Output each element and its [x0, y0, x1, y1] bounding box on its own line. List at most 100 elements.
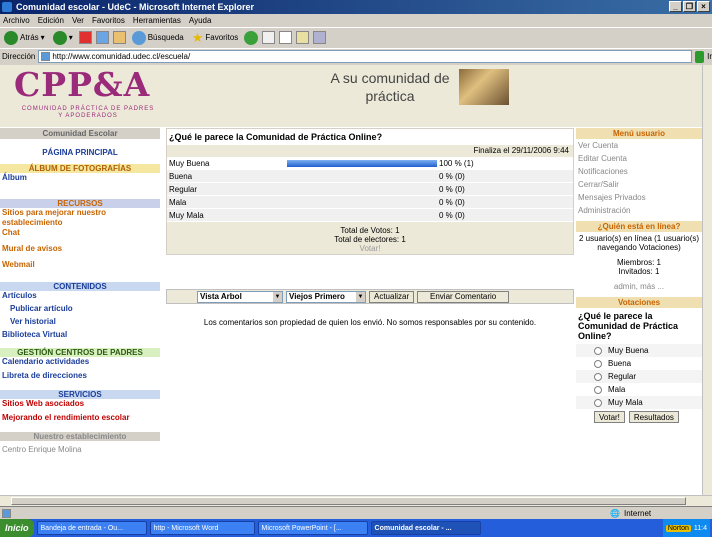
horizontal-scrollbar[interactable]	[0, 495, 712, 506]
view-mode-value: Vista Arbol	[200, 292, 242, 301]
user-menu-item[interactable]: Editar Cuenta	[576, 152, 702, 165]
order-value: Viejos Primero	[289, 292, 345, 301]
clock[interactable]: 11:4	[694, 525, 707, 532]
poll-option-label: Buena	[169, 172, 193, 181]
radio-button[interactable]	[594, 385, 602, 394]
minimize-button[interactable]: _	[669, 1, 682, 12]
vote-button[interactable]: Votar!	[594, 411, 625, 423]
task-word[interactable]: http - Microsoft Word	[149, 521, 255, 535]
vertical-scrollbar[interactable]	[702, 65, 712, 495]
mail-icon[interactable]	[262, 31, 276, 44]
nav-publicar[interactable]: Publicar artículo	[0, 304, 160, 314]
vote-option[interactable]: Buena	[576, 357, 702, 370]
vote-option[interactable]: Muy Buena	[576, 344, 702, 357]
search-label: Búsqueda	[147, 33, 184, 42]
poll-option-row: Muy Buena 100 % (1)	[167, 157, 573, 170]
chevron-down-icon: ▼	[356, 291, 365, 302]
total-voters: Total de electores: 1	[334, 235, 406, 244]
go-label[interactable]: Ir	[707, 52, 712, 61]
user-menu-item[interactable]: Ver Cuenta	[576, 139, 702, 152]
nav-sitios-web[interactable]: Sitios Web asociados	[0, 399, 160, 409]
maximize-button[interactable]: ❐	[683, 1, 696, 12]
poll-option-percent: 100 % (1)	[439, 159, 474, 168]
nav-historial[interactable]: Ver historial	[0, 317, 160, 327]
nav-libreta[interactable]: Libreta de direcciones	[0, 371, 160, 381]
user-menu-item[interactable]: Mensajes Privados	[576, 191, 702, 204]
comment-controls: Vista Arbol ▼ Viejos Primero ▼ Actualizar …	[166, 289, 574, 304]
search-button[interactable]: Búsqueda	[130, 29, 186, 46]
nav-calendario[interactable]: Calendario actividades	[0, 357, 160, 367]
nav-articulos[interactable]: Artículos	[0, 291, 160, 301]
send-comment-button[interactable]: Enviar Comentario	[417, 290, 510, 303]
nav-recursos-webmail[interactable]: Webmail	[0, 260, 160, 270]
radio-button[interactable]	[594, 372, 602, 381]
folder-icon[interactable]	[296, 31, 310, 44]
poll-area: ¿Qué le parece la Comunidad de Práctica …	[166, 128, 574, 327]
site-tagline: A su comunidad de práctica	[330, 70, 450, 104]
nav-home[interactable]: PÁGINA PRINCIPAL	[0, 139, 160, 164]
forward-button[interactable]: ▾	[51, 29, 75, 46]
order-select[interactable]: Viejos Primero ▼	[286, 290, 366, 303]
nav-recursos-sitios[interactable]: Sitios para mejorar nuestro establecimie…	[0, 208, 160, 228]
poll-option-row: Buena 0 % (0)	[167, 170, 573, 183]
task-outlook[interactable]: Bandeja de entrada - Ou...	[36, 521, 147, 535]
address-input[interactable]: http://www.comunidad.udec.cl/escuela/	[38, 50, 693, 63]
vote-link[interactable]: Votar!	[167, 244, 573, 253]
vote-option-label: Muy Mala	[608, 398, 643, 407]
nav-biblioteca[interactable]: Biblioteca Virtual	[0, 330, 160, 340]
stop-icon[interactable]	[78, 31, 92, 44]
user-menu-item[interactable]: Notificaciones	[576, 165, 702, 178]
menu-ver[interactable]: Ver	[72, 14, 84, 27]
nav-centro[interactable]: Centro Enrique Molina	[0, 445, 160, 455]
poll-option-percent: 0 % (0)	[439, 211, 465, 220]
online-summary: 2 usuario(s) en línea (1 usuario(s) nave…	[578, 234, 700, 252]
window-titlebar[interactable]: Comunidad escolar - UdeC - Microsoft Int…	[0, 0, 712, 14]
poll-option-percent: 0 % (0)	[439, 185, 465, 194]
menu-archivo[interactable]: Archivo	[3, 14, 30, 27]
header-photo	[459, 69, 509, 105]
system-tray: Norton 11:4	[662, 519, 710, 537]
vote-option[interactable]: Mala	[576, 383, 702, 396]
total-votes: Total de Votos: 1	[340, 226, 400, 235]
user-menu-item[interactable]: Administración	[576, 204, 702, 217]
home-icon[interactable]	[112, 31, 126, 44]
poll-bar-track	[287, 157, 437, 169]
online-more[interactable]: admin, más ...	[578, 282, 700, 291]
task-ie[interactable]: Comunidad escolar - ...	[370, 521, 481, 535]
radio-button[interactable]	[594, 346, 602, 355]
refresh-icon[interactable]	[95, 31, 109, 44]
back-button[interactable]: Atrás ▾	[2, 29, 47, 46]
go-icon[interactable]	[695, 50, 705, 63]
task-powerpoint[interactable]: Microsoft PowerPoint - [...	[257, 521, 368, 535]
refresh-button[interactable]: Actualizar	[369, 290, 415, 303]
favorites-button[interactable]: ★ Favoritos	[190, 29, 241, 46]
vote-option[interactable]: Muy Mala	[576, 396, 702, 409]
window-title: Comunidad escolar - UdeC - Microsoft Int…	[16, 2, 255, 12]
print-icon[interactable]	[279, 31, 293, 44]
chevron-down-icon: ▼	[273, 291, 282, 302]
close-button[interactable]: ×	[697, 1, 710, 12]
user-menu-item[interactable]: Cerrar/Salir	[576, 178, 702, 191]
menu-ayuda[interactable]: Ayuda	[189, 14, 212, 27]
menu-favoritos[interactable]: Favoritos	[92, 14, 125, 27]
norton-icon[interactable]: Norton	[665, 524, 691, 532]
nav-album[interactable]: Álbum	[0, 173, 160, 183]
messenger-icon[interactable]	[313, 31, 327, 44]
scroll-thumb[interactable]	[11, 497, 686, 505]
radio-button[interactable]	[594, 359, 602, 368]
radio-button[interactable]	[594, 398, 602, 407]
vote-option[interactable]: Regular	[576, 370, 702, 383]
nav-recursos-chat[interactable]: Chat	[0, 228, 160, 238]
results-button[interactable]: Resultados	[628, 411, 679, 423]
history-icon[interactable]	[244, 30, 259, 45]
menu-herramientas[interactable]: Herramientas	[133, 14, 181, 27]
nav-rendimiento[interactable]: Mejorando el rendimiento escolar	[0, 413, 160, 423]
start-button[interactable]: Inicio	[0, 519, 34, 537]
poll-option-row: Regular 0 % (0)	[167, 183, 573, 196]
nav-recursos-mural[interactable]: Mural de avisos	[0, 244, 160, 254]
taskbar: Inicio Bandeja de entrada - Ou... http -…	[0, 519, 712, 537]
nav-section-establecimiento: Nuestro establecimiento	[0, 432, 160, 441]
site-logo[interactable]: CPP&A	[14, 68, 150, 102]
menu-edicion[interactable]: Edición	[38, 14, 64, 27]
view-mode-select[interactable]: Vista Arbol ▼	[197, 290, 283, 303]
